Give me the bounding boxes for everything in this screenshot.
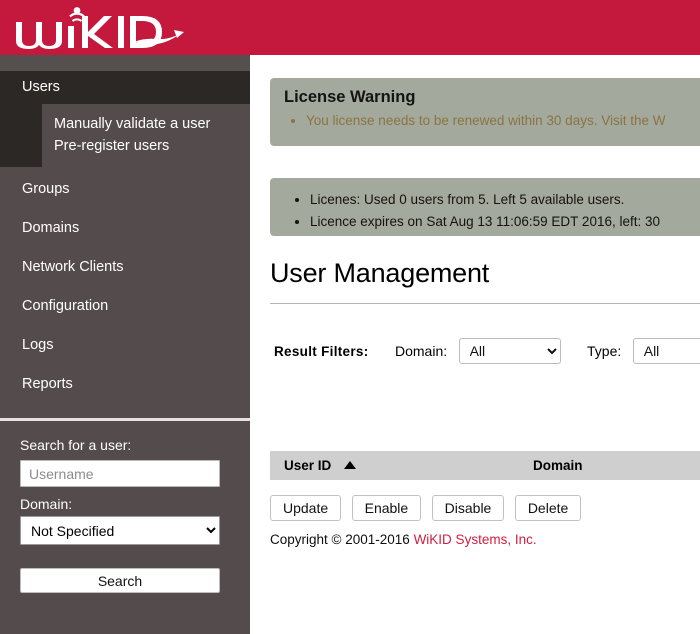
sidebar-item-label: Network Clients <box>22 259 124 275</box>
sidebar-item-label: Configuration <box>22 298 108 314</box>
wikid-systems-link[interactable]: WiKID Systems, Inc. <box>414 532 537 547</box>
sidebar-domain-label: Domain: <box>20 496 230 512</box>
license-warning-message: You license needs to be renewed within 3… <box>306 111 700 131</box>
footer: Copyright © 2001-2016 WiKID Systems, Inc… <box>270 532 537 547</box>
sidebar-item-label: Logs <box>22 337 53 353</box>
page-title-rule <box>270 303 700 304</box>
table-header-row: User ID Domain De <box>270 451 700 480</box>
sidebar-subitem-label: Manually validate a user <box>54 116 210 132</box>
sidebar-search-panel: Search for a user: Domain: Not Specified… <box>0 421 250 593</box>
user-table: User ID Domain De <box>270 451 700 480</box>
result-filters-label: Result Filters: <box>274 344 369 359</box>
disable-button[interactable]: Disable <box>432 495 505 521</box>
sidebar-subitem-manually-validate-a-user[interactable]: Manually validate a user <box>42 113 250 135</box>
sidebar-domain-select[interactable]: Not Specified <box>20 516 220 545</box>
action-buttons-row: Update Enable Disable Delete <box>270 495 587 521</box>
column-header-user-id[interactable]: User ID <box>270 451 519 480</box>
sidebar-item-logs[interactable]: Logs <box>0 323 250 362</box>
copyright-text: Copyright © 2001-2016 <box>270 532 410 547</box>
sidebar-item-label: Users <box>22 79 60 95</box>
license-info-list: Licenes: Used 0 users from 5. Left 5 ava… <box>284 189 700 233</box>
filter-type-label: Type: <box>587 343 621 359</box>
sidebar: Users Manually validate a user Pre-regis… <box>0 55 250 634</box>
column-header-label: User ID <box>284 458 331 473</box>
filter-type-select[interactable]: All <box>633 338 700 364</box>
sort-ascending-icon <box>344 461 356 469</box>
license-warning-panel: License Warning You license needs to be … <box>270 78 700 146</box>
enable-button[interactable]: Enable <box>352 495 422 521</box>
sidebar-subnav-users: Manually validate a user Pre-register us… <box>0 104 250 167</box>
sidebar-item-domains[interactable]: Domains <box>0 206 250 245</box>
sidebar-item-reports[interactable]: Reports <box>0 362 250 401</box>
sidebar-item-groups[interactable]: Groups <box>0 167 250 206</box>
sidebar-subitem-label: Pre-register users <box>54 138 169 154</box>
wikid-logo[interactable] <box>16 4 191 50</box>
license-info-message: Licenes: Used 0 users from 5. Left 5 ava… <box>310 189 700 211</box>
filter-domain-label: Domain: <box>395 343 447 359</box>
filter-domain-select[interactable]: All <box>459 338 561 364</box>
page-title: User Management <box>270 258 489 289</box>
result-filters-row: Result Filters: Domain: All Type: All <box>274 338 700 368</box>
sidebar-subitem-pre-register-users[interactable]: Pre-register users <box>42 135 250 157</box>
sidebar-item-label: Domains <box>22 220 79 236</box>
filter-domain-group: Domain: All <box>395 338 561 364</box>
update-button[interactable]: Update <box>270 495 341 521</box>
column-header-domain[interactable]: Domain <box>519 451 700 480</box>
sidebar-item-label: Reports <box>22 376 73 392</box>
column-header-label: Domain <box>533 458 583 473</box>
license-info-panel: Licenes: Used 0 users from 5. Left 5 ava… <box>270 178 700 236</box>
search-button[interactable]: Search <box>20 568 220 593</box>
user-table-head: User ID Domain De <box>270 451 700 480</box>
search-panel-title: Search for a user: <box>20 437 230 453</box>
license-warning-title: License Warning <box>284 88 700 107</box>
main-content: License Warning You license needs to be … <box>250 55 700 634</box>
app-header <box>0 0 700 55</box>
search-input[interactable] <box>20 460 220 487</box>
sidebar-item-label: Groups <box>22 181 70 197</box>
sidebar-item-users[interactable]: Users <box>0 71 250 104</box>
license-warning-list: You license needs to be renewed within 3… <box>284 111 700 131</box>
delete-button[interactable]: Delete <box>515 495 581 521</box>
sidebar-item-network-clients[interactable]: Network Clients <box>0 245 250 284</box>
license-info-message: Licence expires on Sat Aug 13 11:06:59 E… <box>310 211 700 233</box>
sidebar-item-configuration[interactable]: Configuration <box>0 284 250 323</box>
sidebar-nav: Users Manually validate a user Pre-regis… <box>0 71 250 401</box>
sidebar-top-band <box>0 55 250 71</box>
filter-type-group: Type: All <box>587 338 700 364</box>
